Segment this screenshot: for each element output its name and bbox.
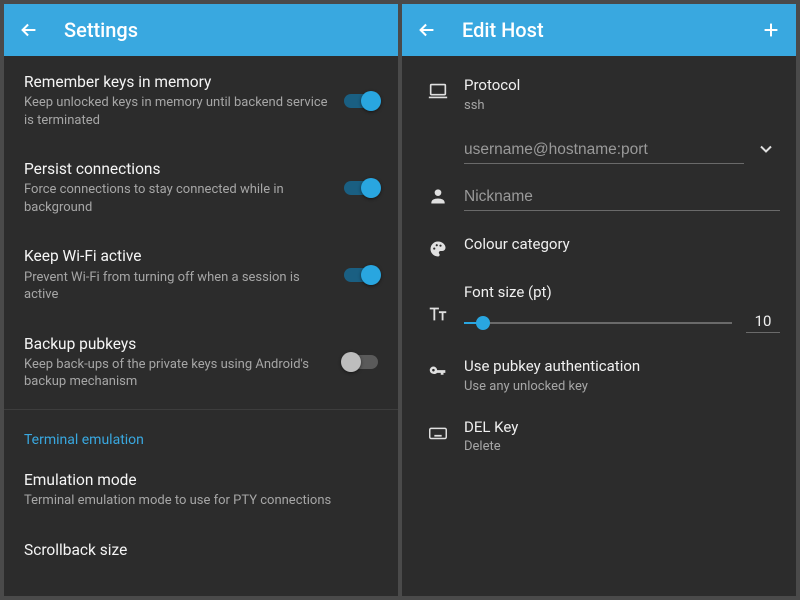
field-protocol[interactable]: Protocol ssh (418, 64, 780, 125)
setting-subtitle: Force connections to stay connected whil… (24, 181, 332, 216)
delkey-label: DEL Key (464, 418, 780, 438)
setting-persist-connections[interactable]: Persist connections Force connections to… (4, 143, 398, 230)
palette-icon (418, 235, 458, 259)
font-size-slider[interactable] (464, 322, 732, 324)
field-pubkey-auth[interactable]: Use pubkey authentication Use any unlock… (418, 345, 780, 406)
settings-title: Settings (64, 18, 384, 42)
setting-title: Emulation mode (24, 470, 366, 490)
setting-remember-keys[interactable]: Remember keys in memory Keep unlocked ke… (4, 56, 398, 143)
field-colour-category[interactable]: Colour category (418, 223, 780, 271)
setting-subtitle: Keep back-ups of the private keys using … (24, 356, 332, 391)
add-icon[interactable] (760, 19, 782, 41)
edit-host-title: Edit Host (462, 18, 760, 42)
chevron-down-icon[interactable] (752, 139, 780, 159)
section-terminal-emulation: Terminal emulation (4, 414, 398, 454)
back-arrow-icon[interactable] (416, 19, 438, 41)
edit-host-screen: Edit Host Protocol ssh (402, 4, 796, 596)
font-size-value[interactable]: 10 (746, 312, 780, 333)
toggle-persist-connections[interactable] (344, 181, 378, 195)
setting-title: Scrollback size (24, 540, 366, 560)
protocol-label: Protocol (464, 76, 780, 96)
nickname-input[interactable] (464, 182, 780, 211)
field-del-key[interactable]: DEL Key Delete (418, 406, 780, 467)
divider (4, 409, 398, 410)
edit-host-appbar: Edit Host (402, 4, 796, 56)
settings-appbar: Settings (4, 4, 398, 56)
settings-screen: Settings Remember keys in memory Keep un… (4, 4, 398, 596)
toggle-backup-pubkeys[interactable] (344, 355, 378, 369)
setting-backup-pubkeys[interactable]: Backup pubkeys Keep back-ups of the priv… (4, 318, 398, 405)
delkey-value: Delete (464, 439, 780, 454)
setting-subtitle: Terminal emulation mode to use for PTY c… (24, 492, 366, 510)
toggle-keep-wifi[interactable] (344, 268, 378, 282)
setting-subtitle: Prevent Wi-Fi from turning off when a se… (24, 269, 332, 304)
font-size-label: Font size (pt) (464, 283, 780, 303)
field-nickname[interactable] (418, 170, 780, 223)
setting-title: Persist connections (24, 159, 332, 179)
setting-keep-wifi[interactable]: Keep Wi-Fi active Prevent Wi-Fi from tur… (4, 230, 398, 317)
keyboard-icon (418, 418, 458, 444)
setting-emulation-mode[interactable]: Emulation mode Terminal emulation mode t… (4, 454, 398, 524)
person-icon (418, 182, 458, 206)
setting-title: Keep Wi-Fi active (24, 246, 332, 266)
laptop-icon (418, 76, 458, 102)
setting-scrollback-size[interactable]: Scrollback size (4, 524, 398, 564)
text-size-icon (418, 283, 458, 325)
protocol-value: ssh (464, 98, 780, 113)
field-font-size: Font size (pt) 10 (418, 271, 780, 346)
key-icon (418, 357, 458, 383)
back-arrow-icon[interactable] (18, 19, 40, 41)
setting-title: Backup pubkeys (24, 334, 332, 354)
setting-subtitle: Keep unlocked keys in memory until backe… (24, 94, 332, 129)
toggle-remember-keys[interactable] (344, 94, 378, 108)
connection-input[interactable] (464, 135, 744, 164)
colour-label: Colour category (464, 235, 780, 255)
pubkey-label: Use pubkey authentication (464, 357, 780, 377)
setting-title: Remember keys in memory (24, 72, 332, 92)
pubkey-value: Use any unlocked key (464, 379, 780, 394)
